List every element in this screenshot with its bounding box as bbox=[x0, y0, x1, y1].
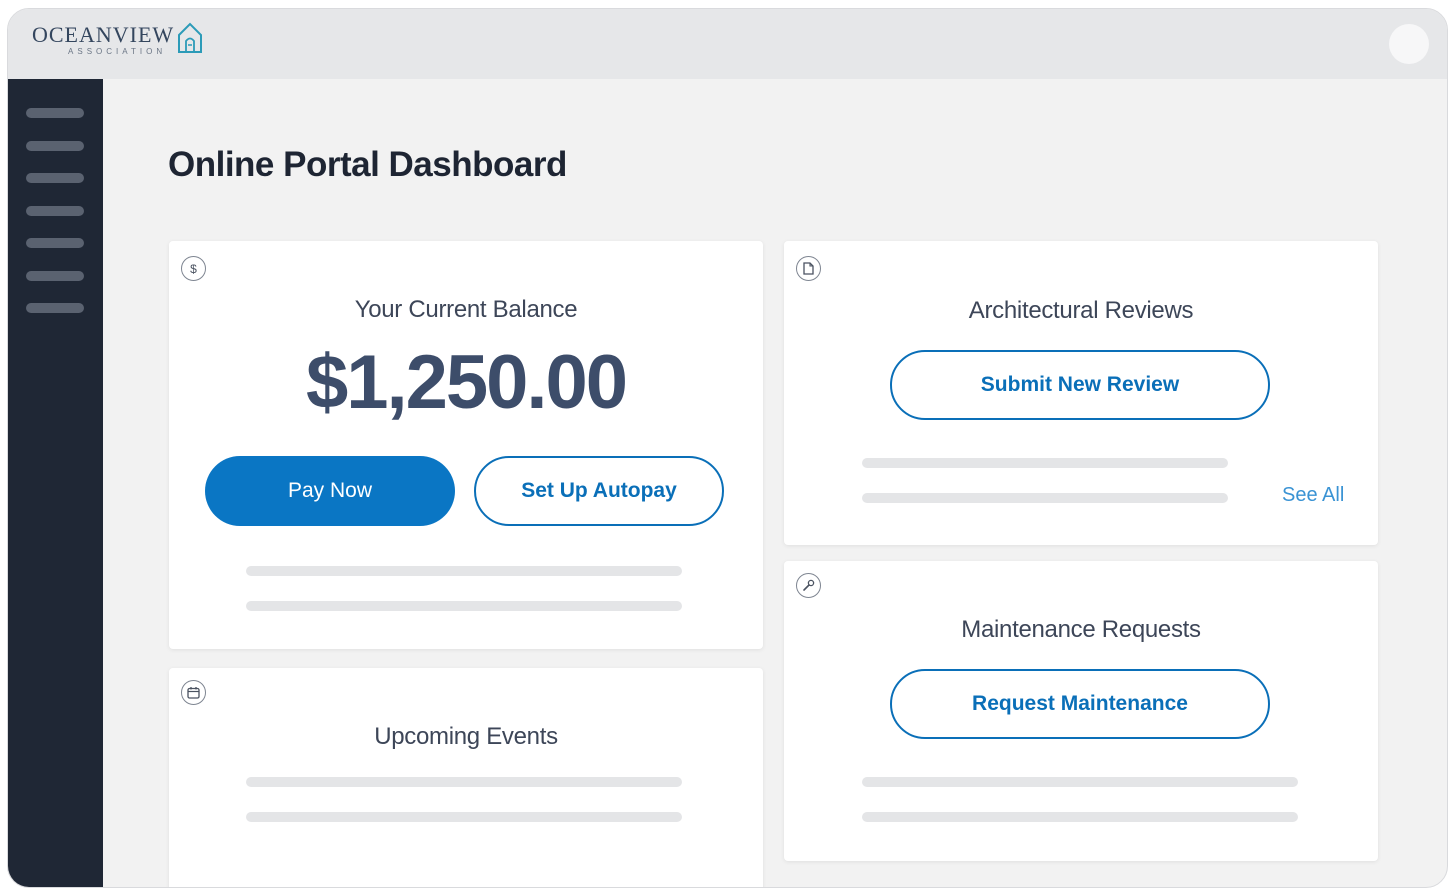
dollar-icon: $ bbox=[181, 256, 206, 281]
pay-now-button[interactable]: Pay Now bbox=[205, 456, 455, 526]
sidebar-item-4[interactable] bbox=[26, 206, 84, 216]
placeholder-line bbox=[246, 777, 682, 787]
balance-card-title: Your Current Balance bbox=[354, 296, 578, 323]
page-title: Online Portal Dashboard bbox=[168, 145, 567, 184]
user-avatar[interactable] bbox=[1389, 24, 1429, 64]
logo[interactable]: OCEANVIEW ASSOCIATION bbox=[32, 23, 204, 60]
placeholder-line bbox=[862, 493, 1228, 503]
submit-new-review-button[interactable]: Submit New Review bbox=[890, 350, 1270, 420]
set-up-autopay-button[interactable]: Set Up Autopay bbox=[474, 456, 724, 526]
sidebar bbox=[8, 79, 103, 887]
placeholder-line bbox=[862, 777, 1298, 787]
request-maintenance-button[interactable]: Request Maintenance bbox=[890, 669, 1270, 739]
see-all-link[interactable]: See All bbox=[1282, 484, 1344, 507]
sidebar-item-3[interactable] bbox=[26, 173, 84, 183]
sidebar-item-6[interactable] bbox=[26, 271, 84, 281]
calendar-icon bbox=[181, 680, 206, 705]
placeholder-line bbox=[246, 566, 682, 576]
house-icon bbox=[176, 21, 204, 60]
top-bar: OCEANVIEW ASSOCIATION bbox=[8, 9, 1447, 79]
placeholder-line bbox=[862, 812, 1298, 822]
document-icon bbox=[796, 256, 821, 281]
placeholder-line bbox=[862, 458, 1228, 468]
reviews-card: Architectural Reviews Submit New Review … bbox=[784, 241, 1378, 545]
logo-name: OCEANVIEW bbox=[32, 22, 175, 47]
events-card: Upcoming Events bbox=[169, 668, 763, 887]
placeholder-line bbox=[246, 601, 682, 611]
wrench-icon bbox=[796, 573, 821, 598]
balance-card: $ Your Current Balance $1,250.00 Pay Now… bbox=[169, 241, 763, 649]
app-window: OCEANVIEW ASSOCIATION Online Portal Dash… bbox=[7, 8, 1448, 888]
maintenance-card-title: Maintenance Requests bbox=[961, 616, 1201, 643]
sidebar-item-1[interactable] bbox=[26, 108, 84, 118]
sidebar-item-2[interactable] bbox=[26, 141, 84, 151]
logo-subtitle: ASSOCIATION bbox=[68, 47, 167, 56]
maintenance-card: Maintenance Requests Request Maintenance bbox=[784, 561, 1378, 861]
balance-amount: $1,250.00 bbox=[305, 340, 628, 425]
placeholder-line bbox=[246, 812, 682, 822]
events-card-title: Upcoming Events bbox=[374, 723, 558, 750]
sidebar-item-5[interactable] bbox=[26, 238, 84, 248]
logo-text: OCEANVIEW ASSOCIATION bbox=[32, 23, 174, 57]
sidebar-item-7[interactable] bbox=[26, 303, 84, 313]
reviews-card-title: Architectural Reviews bbox=[968, 297, 1194, 324]
